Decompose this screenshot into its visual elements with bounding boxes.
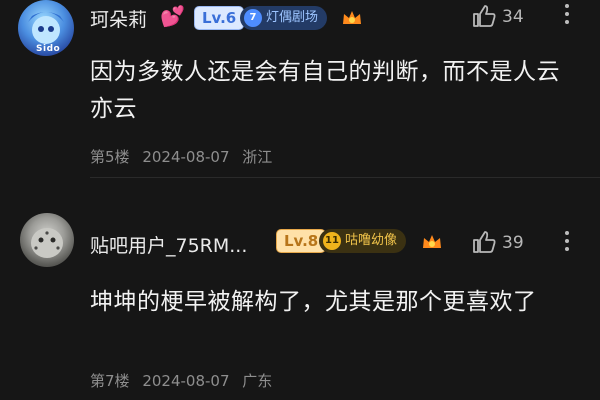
comment-item: Sido 珂朵莉 💕 Lv.6 7 灯偶剧场 34 因为多数人还是会有自己的判断… [0, 0, 600, 184]
comment-meta: 第5楼 2024-08-07 浙江 [90, 146, 280, 167]
double-heart-icon: 💕 [160, 4, 185, 28]
avatar-tag: Sido [36, 44, 61, 54]
avatar[interactable]: Sido [18, 0, 74, 56]
comment-meta: 第7楼 2024-08-07 广东 [90, 370, 280, 391]
comment-text: 坤坤的梗早被解构了，尤其是那个更喜欢了 [90, 289, 537, 315]
like-button[interactable]: 34 [470, 2, 530, 30]
fan-badge[interactable]: 7 灯偶剧场 [240, 6, 328, 30]
like-count: 34 [502, 7, 524, 27]
more-options-button[interactable] [562, 227, 572, 257]
crown-emblem-icon [343, 11, 361, 24]
snow-leopard-avatar-icon [31, 228, 63, 258]
thumbs-up-icon [473, 231, 496, 253]
username[interactable]: 珂朵莉 [90, 5, 147, 32]
divider [90, 177, 600, 178]
crown-emblem-icon [423, 235, 441, 248]
username[interactable]: 贴吧用户_75RM... [90, 231, 247, 258]
fan-badge-number: 7 [244, 9, 262, 27]
thumbs-up-icon [473, 5, 496, 27]
comment-text: 因为多数人还是会有自己的判断，而不是人云亦云 [90, 59, 560, 122]
avatar[interactable] [20, 213, 74, 267]
comment-location: 浙江 [242, 148, 273, 166]
comment-location: 广东 [242, 372, 273, 390]
like-button[interactable]: 39 [470, 228, 530, 256]
fan-badge-number: 11 [323, 232, 341, 250]
comment-date: 2024-08-07 [142, 148, 230, 166]
fan-badge[interactable]: 11 咕噜幼像 [319, 229, 407, 253]
fan-badge-label: 咕噜幼像 [345, 233, 398, 248]
like-count: 39 [502, 233, 524, 253]
comment-item: 贴吧用户_75RM... Lv.8 11 咕噜幼像 39 坤坤的梗早被解构了，尤… [0, 203, 600, 400]
level-badge: Lv.6 [194, 6, 245, 30]
more-options-button[interactable] [562, 0, 572, 30]
fan-badge-label: 灯偶剧场 [266, 10, 319, 25]
floor-number: 第5楼 [90, 148, 130, 166]
floor-number: 第7楼 [90, 372, 130, 390]
comment-date: 2024-08-07 [142, 372, 230, 390]
